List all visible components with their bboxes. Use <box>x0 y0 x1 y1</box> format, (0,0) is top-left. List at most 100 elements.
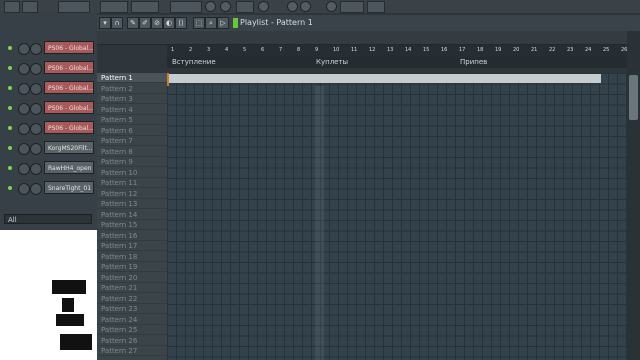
toolbar-button[interactable] <box>100 1 128 13</box>
channel-filter-select[interactable]: All <box>4 214 92 224</box>
channel-row[interactable]: PS06 - Global... <box>0 100 97 118</box>
playhead[interactable] <box>167 73 169 86</box>
pattern-list-item[interactable]: Pattern 1 <box>97 73 167 83</box>
channel-led-icon[interactable] <box>8 146 12 150</box>
playlist-grid[interactable] <box>167 73 627 360</box>
channel-led-icon[interactable] <box>8 46 12 50</box>
volume-knob[interactable] <box>30 123 42 135</box>
pattern-list-item[interactable]: Pattern 24 <box>97 315 167 325</box>
pattern-list-item[interactable]: Pattern 20 <box>97 273 167 283</box>
volume-knob[interactable] <box>30 183 42 195</box>
timeline-marker[interactable]: Куплеты <box>313 57 348 67</box>
volume-knob[interactable] <box>30 103 42 115</box>
pattern-list-item[interactable]: Pattern 17 <box>97 241 167 251</box>
toolbar-button[interactable] <box>4 1 20 13</box>
delete-icon[interactable]: ⊘ <box>151 17 163 29</box>
toolbar-knob[interactable] <box>287 1 298 12</box>
channel-led-icon[interactable] <box>8 66 12 70</box>
pattern-1-clip[interactable] <box>167 74 601 83</box>
channel-name-button[interactable]: SnareTight_01 <box>44 181 94 194</box>
play-icon[interactable]: ▷ <box>217 17 229 29</box>
channel-name-button[interactable]: PS06 - Global... <box>44 81 94 94</box>
toolbar-button[interactable] <box>131 1 159 13</box>
toolbar-button[interactable] <box>170 1 202 13</box>
pattern-list-item[interactable]: Pattern 18 <box>97 252 167 262</box>
toolbar-knob[interactable] <box>326 1 337 12</box>
menu-icon[interactable]: ▾ <box>99 17 111 29</box>
marker-row[interactable]: Вступление Куплеты Припев <box>167 57 627 68</box>
pattern-list-item[interactable]: Pattern 14 <box>97 210 167 220</box>
toolbar-button[interactable] <box>22 1 38 13</box>
channel-led-icon[interactable] <box>8 126 12 130</box>
pattern-list-item[interactable]: Pattern 3 <box>97 94 167 104</box>
pattern-list-item[interactable]: Pattern 15 <box>97 220 167 230</box>
pan-knob[interactable] <box>18 83 30 95</box>
pattern-list-item[interactable]: Pattern 5 <box>97 115 167 125</box>
pan-knob[interactable] <box>18 163 30 175</box>
pattern-list-item[interactable]: Pattern 23 <box>97 304 167 314</box>
channel-row[interactable]: PS06 - Global... <box>0 80 97 98</box>
channel-row[interactable]: SnareTight_01 <box>0 180 97 198</box>
channel-row[interactable]: RawHH4_open <box>0 160 97 178</box>
pan-knob[interactable] <box>18 103 30 115</box>
zoom-icon[interactable]: ⌕ <box>205 17 217 29</box>
pattern-list-item[interactable]: Pattern 7 <box>97 136 167 146</box>
pattern-list-item[interactable]: Pattern 22 <box>97 294 167 304</box>
pan-knob[interactable] <box>18 43 30 55</box>
toolbar-knob[interactable] <box>205 1 216 12</box>
pattern-list-item[interactable]: Pattern 19 <box>97 262 167 272</box>
channel-led-icon[interactable] <box>8 166 12 170</box>
pan-knob[interactable] <box>18 123 30 135</box>
pattern-list-item[interactable]: Pattern 13 <box>97 199 167 209</box>
channel-name-button[interactable]: PS06 - Global... <box>44 121 94 134</box>
channel-led-icon[interactable] <box>8 186 12 190</box>
scrollbar-thumb[interactable] <box>629 75 638 120</box>
pattern-list-item[interactable]: Pattern 12 <box>97 189 167 199</box>
pattern-list-item[interactable]: Pattern 16 <box>97 231 167 241</box>
mute-icon[interactable]: ◐ <box>163 17 175 29</box>
pan-knob[interactable] <box>18 143 30 155</box>
pan-knob[interactable] <box>18 183 30 195</box>
pattern-list-item[interactable]: Pattern 2 <box>97 84 167 94</box>
channel-led-icon[interactable] <box>8 106 12 110</box>
slice-icon[interactable]: ⟨⟩ <box>175 17 187 29</box>
pattern-list-item[interactable]: Pattern 25 <box>97 325 167 335</box>
channel-row[interactable]: KorgMS20Filt... <box>0 140 97 158</box>
toolbar-knob[interactable] <box>258 1 269 12</box>
pattern-list-item[interactable]: Pattern 6 <box>97 126 167 136</box>
pan-knob[interactable] <box>18 63 30 75</box>
brush-icon[interactable]: ✐ <box>139 17 151 29</box>
channel-led-icon[interactable] <box>8 86 12 90</box>
volume-knob[interactable] <box>30 143 42 155</box>
timeline-marker[interactable]: Припев <box>457 57 487 67</box>
toolbar-knob[interactable] <box>220 1 231 12</box>
volume-knob[interactable] <box>30 63 42 75</box>
toolbar-button[interactable] <box>58 1 90 13</box>
pattern-list-item[interactable]: Pattern 21 <box>97 283 167 293</box>
channel-name-button[interactable]: PS06 - Global... <box>44 101 94 114</box>
channel-name-button[interactable]: RawHH4_open <box>44 161 94 174</box>
pattern-list-item[interactable]: Pattern 27 <box>97 346 167 356</box>
pencil-icon[interactable]: ✎ <box>127 17 139 29</box>
playlist-arrow-icon[interactable] <box>233 18 238 28</box>
pattern-list-item[interactable]: Pattern 9 <box>97 157 167 167</box>
pattern-list-item[interactable]: Pattern 8 <box>97 147 167 157</box>
volume-knob[interactable] <box>30 43 42 55</box>
toolbar-button[interactable] <box>340 1 364 13</box>
channel-name-button[interactable]: KorgMS20Filt... <box>44 141 94 154</box>
channel-name-button[interactable]: PS06 - Global... <box>44 41 94 54</box>
channel-row[interactable]: PS06 - Global... <box>0 120 97 138</box>
magnet-icon[interactable]: ∩ <box>111 17 123 29</box>
timeline-marker[interactable]: Вступление <box>169 57 216 67</box>
pattern-list-item[interactable]: Pattern 10 <box>97 168 167 178</box>
toolbar-button[interactable] <box>236 1 254 13</box>
pattern-list-item[interactable]: Pattern 26 <box>97 336 167 346</box>
toolbar-button[interactable] <box>367 1 385 13</box>
channel-row[interactable]: PS06 - Global... <box>0 60 97 78</box>
channel-name-button[interactable]: PS06 - Global... <box>44 61 94 74</box>
pattern-list-item[interactable]: Pattern 11 <box>97 178 167 188</box>
select-icon[interactable]: ⬚ <box>193 17 205 29</box>
pattern-list-item[interactable]: Pattern 4 <box>97 105 167 115</box>
volume-knob[interactable] <box>30 83 42 95</box>
toolbar-knob[interactable] <box>300 1 311 12</box>
